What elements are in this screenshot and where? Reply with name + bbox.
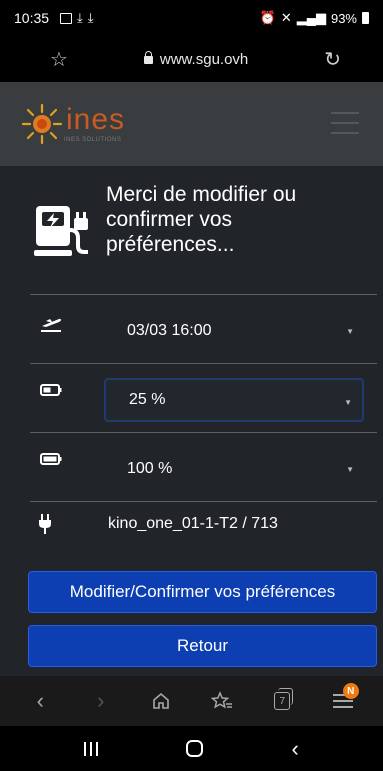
reload-icon[interactable]: ↻ <box>324 47 341 72</box>
back-arrow-icon[interactable]: ‹ <box>20 681 60 721</box>
divider <box>30 501 377 502</box>
main-content: Merci de modifier ou confirmer vos préfé… <box>0 166 383 676</box>
address-bar[interactable]: www.sgu.ovh <box>143 50 249 68</box>
charger-row: kino_one_01-1-T2 / 713 <box>30 506 377 546</box>
sun-logo-icon <box>21 103 63 145</box>
back-button[interactable]: Retour <box>28 625 377 667</box>
chevron-down-icon: ▼ <box>344 398 352 407</box>
tabs-icon[interactable]: 7 <box>262 681 302 721</box>
system-nav-bar: ‹ <box>0 726 383 771</box>
divider <box>30 294 377 295</box>
signal-icon: ▂▄▆ <box>296 10 326 25</box>
recents-icon[interactable] <box>84 741 99 756</box>
departure-select[interactable]: 03/03 16:00 ▼ <box>104 309 364 353</box>
target-charge-select[interactable]: 100 % ▼ <box>104 447 364 491</box>
bookmark-star-icon[interactable]: ☆ <box>50 47 68 72</box>
ev-charger-icon <box>34 206 88 256</box>
browser-toolbar: ‹ › 7 N <box>0 676 383 726</box>
divider <box>30 432 377 433</box>
min-charge-select[interactable]: 25 % ▼ <box>104 378 364 422</box>
url-text: www.sgu.ovh <box>159 50 249 68</box>
min-charge-row: 25 % ▼ <box>30 366 377 432</box>
departure-row: 03/03 16:00 ▼ <box>30 297 377 363</box>
battery-icon <box>362 12 369 24</box>
download-icon: ⤓ <box>87 10 94 25</box>
alarm-icon: ⏰ <box>259 10 276 25</box>
download-icon: ⤓ <box>77 10 83 25</box>
gallery-notification-icon <box>60 12 73 24</box>
chevron-down-icon: ▼ <box>346 327 354 336</box>
status-bar: 10:35 ⤓ ⤓ ⏰ ✕ ▂▄▆ 93% <box>0 0 383 36</box>
battery-percent: 93% <box>330 10 357 26</box>
airplane-departure-icon <box>41 318 61 332</box>
logo-text: ines <box>66 103 126 136</box>
forward-arrow-icon[interactable]: › <box>81 681 121 721</box>
home-button-icon[interactable] <box>186 740 204 757</box>
target-charge-row: 100 % ▼ <box>30 435 377 501</box>
intro-block: Merci de modifier ou confirmer vos préfé… <box>32 182 346 270</box>
battery-low-icon <box>40 384 62 396</box>
lock-icon <box>143 51 153 64</box>
departure-value: 03/03 16:00 <box>127 322 212 339</box>
min-charge-value: 25 % <box>129 391 166 408</box>
logo-subtitle: INES SOLUTIONS <box>64 137 122 143</box>
browser-url-bar: ☆ www.sgu.ovh ↻ <box>0 36 383 82</box>
plug-icon <box>39 514 51 534</box>
divider <box>30 363 377 364</box>
status-time: 10:35 <box>14 10 50 26</box>
bookmarks-icon[interactable] <box>202 681 242 721</box>
target-charge-value: 100 % <box>127 460 173 477</box>
notification-badge: N <box>342 683 359 699</box>
system-back-icon[interactable]: ‹ <box>292 736 299 762</box>
tab-count: 7 <box>279 695 286 707</box>
site-header: ines INES SOLUTIONS <box>0 82 383 166</box>
hamburger-menu-icon[interactable] <box>331 112 359 134</box>
charger-id: kino_one_01-1-T2 / 713 <box>108 515 278 532</box>
chevron-down-icon: ▼ <box>346 465 354 474</box>
home-icon[interactable] <box>141 681 181 721</box>
confirm-preferences-button[interactable]: Modifier/Confirmer vos préférences <box>28 571 377 613</box>
ines-logo[interactable]: ines INES SOLUTIONS <box>20 102 125 146</box>
menu-icon[interactable]: N <box>323 681 363 721</box>
mute-icon: ✕ <box>280 10 292 25</box>
intro-text: Merci de modifier ou confirmer vos préfé… <box>106 183 297 256</box>
battery-full-icon <box>40 453 62 465</box>
